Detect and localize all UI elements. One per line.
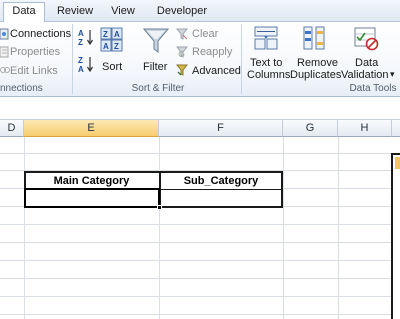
svg-text:A: A (103, 42, 109, 51)
grid-column-line (338, 137, 339, 319)
tab-view[interactable]: View (104, 3, 142, 22)
column-header-e[interactable]: E (24, 120, 159, 137)
text-to-columns-icon (254, 26, 278, 50)
data-validation-button[interactable]: Data Validation ▾ (338, 25, 395, 81)
tab-developer[interactable]: Developer (152, 3, 212, 22)
svg-text:A: A (114, 30, 120, 39)
clear-filter-icon (176, 28, 188, 40)
active-cell-selection[interactable] (24, 188, 162, 210)
worksheet-grid[interactable] (0, 137, 400, 319)
filter-funnel-icon (143, 28, 169, 53)
column-header-d[interactable]: D (0, 120, 24, 137)
column-header-f[interactable]: F (159, 120, 283, 137)
group-separator (241, 24, 242, 94)
grid-row-line (0, 260, 400, 261)
svg-text:A: A (78, 65, 84, 73)
grid-column-line (159, 137, 160, 319)
grid-row-line (0, 242, 400, 243)
svg-text:A: A (78, 29, 84, 38)
partial-table-edge (391, 153, 400, 319)
sort-filter-group-label: Sort & Filter (131, 83, 185, 94)
data-tools-group-label: Data Tools (349, 83, 397, 94)
grid-row-line (0, 314, 400, 315)
remove-duplicates-icon (303, 26, 325, 50)
grid-row-line (0, 296, 400, 297)
column-header-h[interactable]: H (338, 120, 392, 137)
grid-row-line (0, 153, 400, 154)
sort-a-to-z-icon: A Z (78, 29, 94, 47)
sort-icon: Z A A Z (100, 27, 123, 52)
advanced-filter-icon (176, 64, 188, 76)
column-header-g[interactable]: G (283, 120, 338, 137)
ribbon: Connections Properties Edit Links nnecti… (0, 22, 400, 97)
cell-sub-category[interactable]: Sub_Category (161, 175, 281, 187)
text-to-columns-button[interactable]: Text to Columns (246, 25, 290, 81)
svg-text:Z: Z (78, 56, 83, 65)
column-header-partial (392, 120, 400, 137)
fill-handle[interactable] (157, 205, 162, 210)
filter-button[interactable]: Filter (140, 27, 170, 79)
cell-main-category[interactable]: Main Category (26, 175, 157, 187)
reapply-icon (176, 46, 188, 58)
edit-links-icon (0, 67, 10, 73)
tab-review[interactable]: Review (52, 3, 98, 22)
svg-text:Z: Z (114, 42, 119, 51)
formula-bar-area (0, 98, 400, 120)
sort-z-to-a-icon: Z A (78, 56, 94, 74)
sort-button[interactable]: Z A A Z Sort (98, 27, 126, 79)
grid-column-line (24, 137, 25, 319)
grid-row-line (0, 278, 400, 279)
data-validation-icon (354, 27, 379, 51)
tab-data[interactable]: Data (3, 2, 45, 23)
partial-header-fill (395, 157, 400, 169)
svg-text:Z: Z (103, 30, 108, 39)
connections-group-label: nnections (0, 83, 43, 94)
ribbon-tab-bar: Data Review View Developer (0, 0, 400, 23)
sort-descending-button[interactable]: Z A (78, 55, 94, 74)
grid-row-line (0, 224, 400, 225)
remove-duplicates-button[interactable]: Remove Duplicates (290, 25, 341, 81)
connections-icon (0, 28, 9, 40)
properties-icon (0, 46, 9, 58)
sort-ascending-button[interactable]: A Z (78, 28, 94, 47)
chevron-down-icon: ▾ (390, 69, 395, 79)
svg-text:Z: Z (78, 38, 83, 46)
grid-column-line (283, 137, 284, 319)
group-separator (72, 24, 73, 94)
